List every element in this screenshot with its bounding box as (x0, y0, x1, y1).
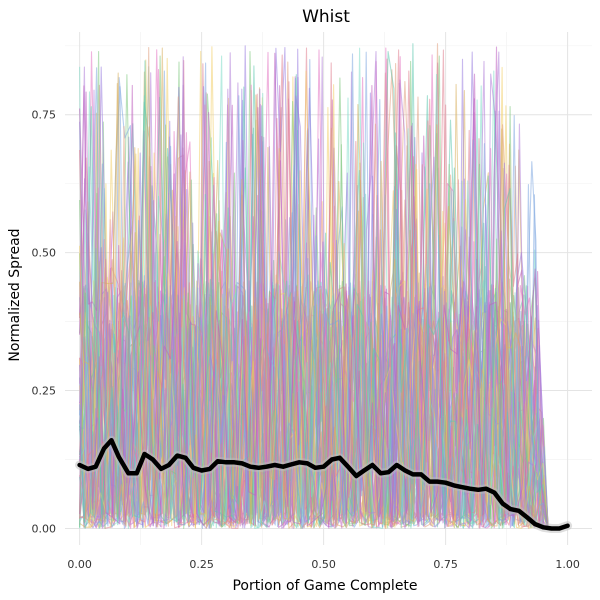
x-tick-label: 0.00 (67, 558, 92, 571)
y-tick-label: 0.25 (32, 385, 57, 398)
x-tick-label: 0.50 (311, 558, 336, 571)
y-axis-label: Normalized Spread (7, 228, 23, 361)
chart: 0.00 0.25 0.50 0.75 1.00 0.00 0.25 0.50 0.75 Whi… (0, 0, 600, 600)
chart-svg: 0.00 0.25 0.50 0.75 1.00 0.00 0.25 0.50 0.75 Whi… (0, 0, 600, 600)
x-axis-label: Portion of Game Complete (232, 578, 417, 594)
x-tick-label: 0.75 (433, 558, 458, 571)
x-tick-label: 1.00 (555, 558, 580, 571)
y-tick-label: 0.50 (32, 247, 57, 260)
x-tick-label: 0.25 (189, 558, 214, 571)
y-tick-label: 0.75 (32, 109, 57, 122)
chart-title: Whist (302, 7, 350, 27)
y-tick-label: 0.00 (32, 522, 57, 535)
